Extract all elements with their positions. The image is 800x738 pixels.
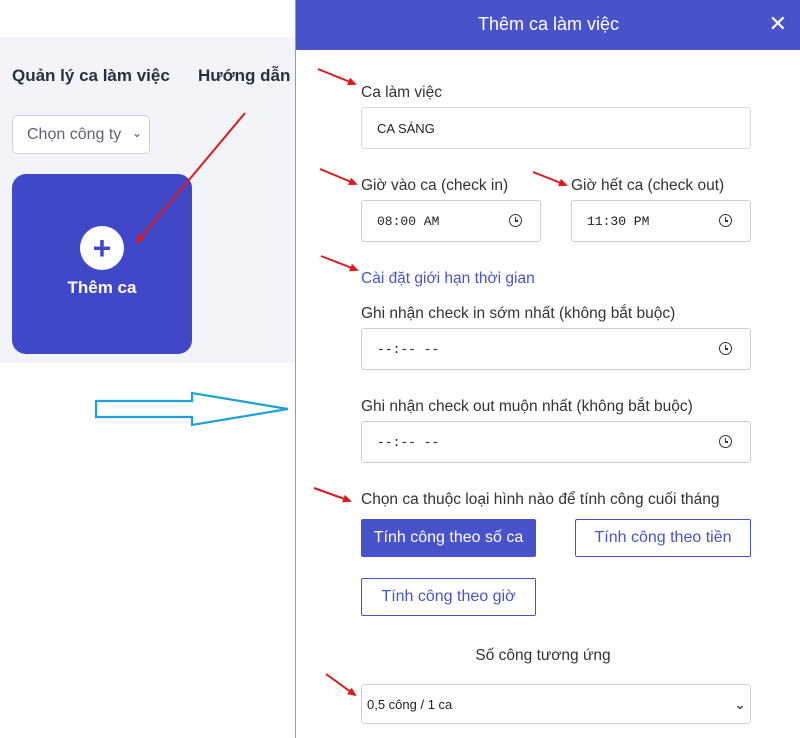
add-shift-modal: Thêm ca làm việc ✕ Ca làm việc CA SÁNG G… [295,0,800,738]
close-icon[interactable]: ✕ [769,11,787,37]
calc-by-hour-button[interactable]: Tính công theo giờ [361,578,536,616]
check-out-label: Giờ hết ca (check out) [571,177,725,194]
check-in-label: Giờ vào ca (check in) [361,177,509,194]
modal-title: Thêm ca làm việc [477,14,620,34]
work-units-label: Số công tương ứng [475,647,611,664]
check-in-value: 08:00 AM [377,213,440,229]
check-out-value: 11:30 PM [587,213,650,229]
latest-check-out-label: Ghi nhận check out muộn nhất (không bắt … [361,398,693,415]
background-app: Quản lý ca làm việc Hướng dẫn Chọn công … [0,0,296,738]
time-limit-settings-link[interactable]: Cài đặt giới hạn thời gian [361,270,535,288]
shift-name-value: CA SÁNG [377,120,435,136]
clock-icon[interactable] [509,214,522,227]
chevron-down-icon: ⌄ [131,126,142,140]
clock-icon[interactable] [719,214,732,227]
latest-check-out-input[interactable]: --:-- -- [361,421,751,463]
shift-name-input[interactable]: CA SÁNG [361,107,751,149]
add-shift-card[interactable]: + Thêm ca [12,174,192,354]
company-select-value: Chọn công ty [27,125,122,143]
shift-name-label: Ca làm việc [361,84,442,101]
calc-by-shift-button[interactable]: Tính công theo số ca [361,519,536,557]
tab-shift-management[interactable]: Quản lý ca làm việc [12,66,170,86]
tab-guide[interactable]: Hướng dẫn [198,66,290,86]
add-shift-label: Thêm ca [67,278,137,297]
modal-header: Thêm ca làm việc ✕ [296,0,800,50]
check-out-input[interactable]: 11:30 PM [571,200,751,242]
company-select[interactable]: Chọn công ty ⌄ [12,115,150,154]
work-units-select[interactable]: 0,5 công / 1 ca ⌄ [361,684,751,724]
earliest-check-in-value: --:-- -- [377,341,440,357]
earliest-check-in-input[interactable]: --:-- -- [361,328,751,370]
check-in-input[interactable]: 08:00 AM [361,200,541,242]
earliest-check-in-label: Ghi nhận check in sớm nhất (không bắt bu… [361,305,676,322]
calc-by-money-button[interactable]: Tính công theo tiền [575,519,751,557]
plus-icon: + [80,226,124,270]
clock-icon[interactable] [719,435,732,448]
clock-icon[interactable] [719,342,732,355]
latest-check-out-value: --:-- -- [377,434,440,450]
calc-type-label: Chọn ca thuộc loại hình nào để tính công… [361,491,720,508]
work-units-value: 0,5 công / 1 ca [367,696,453,712]
chevron-down-icon: ⌄ [734,696,746,712]
